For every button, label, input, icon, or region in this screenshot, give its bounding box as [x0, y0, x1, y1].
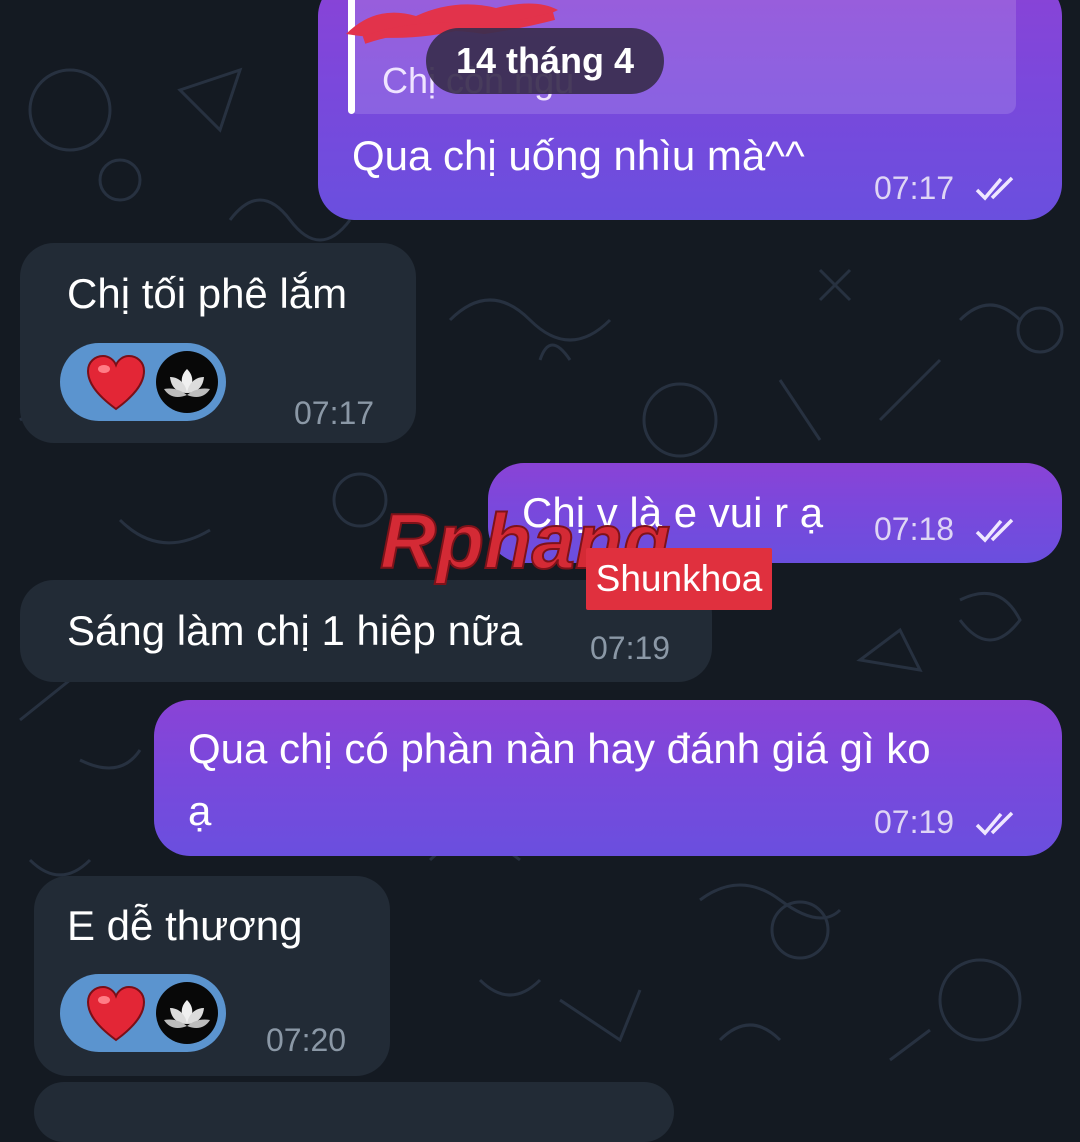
double-check-icon [975, 176, 1014, 201]
message-text: Sáng làm chị 1 hiêp nữa [67, 607, 523, 654]
message-text: Chị tối phê lắm [67, 270, 348, 317]
message-time: 07:20 [266, 1022, 347, 1058]
message-text: E dễ thương [67, 902, 303, 949]
message-bubble-incoming-partial[interactable] [34, 1082, 674, 1142]
reactor-avatar[interactable] [156, 351, 218, 413]
lotus-icon [164, 1000, 210, 1028]
heart-icon[interactable] [86, 355, 146, 411]
message-bubble-outgoing[interactable]: Qua chị có phàn nàn hay đánh giá gì ko ạ… [154, 700, 1062, 856]
message-time: 07:17 [874, 170, 955, 206]
double-check-icon [975, 518, 1014, 543]
watermark-tag: Shunkhoa [586, 548, 772, 610]
heart-icon[interactable] [86, 986, 146, 1042]
message-text: Qua chị uống nhìu mà^^ [352, 132, 805, 179]
message-bubble-incoming[interactable]: Chị tối phê lắm 07:17 [20, 243, 416, 443]
reaction-bar[interactable] [60, 343, 226, 421]
message-text-line-2: ạ [188, 787, 212, 834]
message-time: 07:19 [590, 630, 671, 666]
reaction-bar[interactable] [60, 974, 226, 1052]
message-time: 07:18 [874, 511, 955, 547]
message-bubble-incoming[interactable]: E dễ thương 07:20 [34, 876, 390, 1076]
date-separator: 14 tháng 4 [426, 28, 664, 94]
double-check-icon [975, 811, 1014, 836]
message-text-line-1: Qua chị có phàn nàn hay đánh giá gì ko [188, 725, 931, 772]
message-time: 07:19 [874, 804, 955, 840]
reactor-avatar[interactable] [156, 982, 218, 1044]
message-time: 07:17 [294, 395, 375, 431]
lotus-icon [164, 369, 210, 397]
